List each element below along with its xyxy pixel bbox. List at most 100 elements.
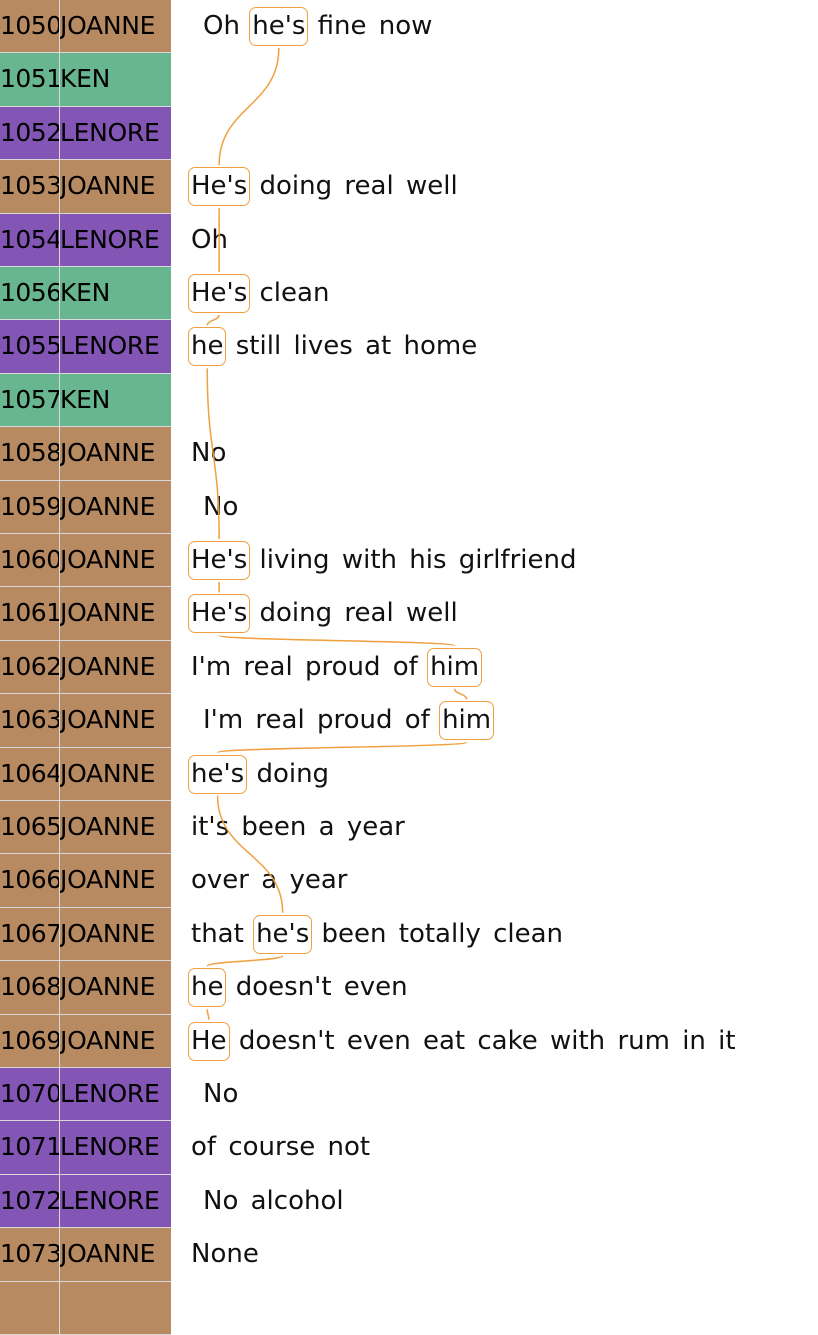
word-token[interactable]: rum	[617, 1026, 670, 1056]
transcript-row[interactable]: 1067 JOANNE that he's been totally clean	[0, 907, 818, 962]
transcript-row[interactable]: 1064 JOANNE he's doing	[0, 747, 818, 801]
word-token[interactable]: eat	[423, 1026, 465, 1056]
transcript-row[interactable]: 1052 LENORE	[0, 106, 818, 161]
word-token[interactable]: lives	[293, 331, 352, 361]
transcript-row[interactable]: 1072 LENORE No alcohol	[0, 1174, 818, 1229]
coref-mention[interactable]: he's	[253, 914, 313, 954]
word-token[interactable]: still	[236, 331, 281, 361]
word-token[interactable]: doing	[260, 171, 333, 201]
word-token[interactable]: at	[365, 331, 391, 361]
word-token[interactable]: proud	[317, 705, 393, 735]
word-token[interactable]: fine	[318, 11, 367, 41]
word-token[interactable]: doing	[260, 598, 333, 628]
word-token[interactable]: real	[344, 598, 393, 628]
word-token[interactable]: it	[718, 1026, 735, 1056]
word-token[interactable]: not	[328, 1132, 371, 1162]
word-token[interactable]: home	[404, 331, 478, 361]
word-token[interactable]: doesn't	[236, 972, 332, 1002]
word-token[interactable]: girlfriend	[459, 545, 577, 575]
word-token[interactable]: proud	[305, 652, 381, 682]
coref-mention[interactable]: He	[188, 1021, 230, 1061]
word-token[interactable]: over	[191, 865, 249, 895]
word-token[interactable]: year	[289, 865, 347, 895]
transcript-row[interactable]: 1063 JOANNE I'm real proud of him	[0, 694, 818, 748]
word-token[interactable]: been	[241, 812, 306, 842]
coref-mention[interactable]: He's	[188, 167, 251, 207]
word-token[interactable]: of	[393, 652, 418, 682]
word-token[interactable]: Oh	[191, 225, 228, 255]
word-token[interactable]: a	[261, 865, 277, 895]
speaker-label: LENORE	[60, 213, 171, 267]
transcript-row[interactable]: 1062 JOANNE I'm real proud of him	[0, 640, 818, 695]
transcript-row[interactable]: 1066 JOANNE over a year	[0, 854, 818, 908]
word-token[interactable]: year	[347, 812, 405, 842]
word-token[interactable]: doing	[256, 759, 329, 789]
word-token[interactable]: No	[203, 492, 238, 522]
word-token[interactable]: now	[379, 11, 433, 41]
transcript-row[interactable]: 1073 JOANNE None	[0, 1228, 818, 1282]
coref-mention[interactable]: He's	[188, 541, 251, 580]
transcript-row[interactable]: 1056 KEN He's clean	[0, 267, 818, 321]
word-token[interactable]: living	[260, 545, 330, 575]
word-token[interactable]: with	[550, 1026, 605, 1056]
word-token[interactable]: course	[228, 1132, 315, 1162]
word-token[interactable]: clean	[260, 278, 330, 308]
word-token[interactable]: that	[191, 919, 244, 949]
word-token[interactable]: it's	[191, 812, 229, 842]
coref-mention[interactable]: he's	[188, 754, 248, 794]
word-token[interactable]: I'm	[203, 705, 243, 735]
word-token[interactable]: real	[255, 705, 304, 735]
word-token[interactable]: No	[203, 1186, 238, 1216]
transcript-row[interactable]: 1055 LENORE he still lives at home	[0, 320, 818, 374]
word-token[interactable]: of	[191, 1132, 216, 1162]
word-token[interactable]: Oh	[203, 11, 240, 41]
word-token[interactable]: a	[319, 812, 335, 842]
word-token[interactable]: cake	[477, 1026, 537, 1056]
word-token[interactable]: been	[322, 919, 387, 949]
transcript-row[interactable]: 1069 JOANNE He doesn't even eat cake with …	[0, 1014, 818, 1068]
word-token[interactable]: well	[406, 598, 458, 628]
word-token[interactable]: I'm	[191, 652, 231, 682]
transcript-row[interactable]: 1051 KEN	[0, 53, 818, 107]
transcript-row[interactable]	[0, 1281, 818, 1335]
transcript-row[interactable]: 1057 KEN	[0, 373, 818, 428]
coref-mention[interactable]: him	[439, 701, 495, 741]
word-token[interactable]: real	[344, 171, 393, 201]
word-token[interactable]: totally	[399, 919, 481, 949]
transcript-row[interactable]: 1065 JOANNE it's been a year	[0, 801, 818, 855]
transcript-row[interactable]: 1060 JOANNE He's living with his girlfrien…	[0, 534, 818, 588]
transcript-row[interactable]: 1058 JOANNE No	[0, 427, 818, 481]
transcript-row[interactable]: 1059 JOANNE No	[0, 480, 818, 534]
coref-mention[interactable]: He's	[188, 594, 251, 634]
word-token[interactable]: with	[342, 545, 397, 575]
coref-mention[interactable]: he	[188, 968, 227, 1008]
word-token[interactable]: even	[344, 972, 408, 1002]
coref-mention[interactable]: he	[188, 327, 227, 367]
coref-mention[interactable]: He's	[188, 274, 251, 313]
transcript-row[interactable]: 1071 LENORE of course not	[0, 1121, 818, 1175]
transcript-row[interactable]: 1061 JOANNE He's doing real well	[0, 587, 818, 641]
utterance-text: of course not	[191, 1121, 370, 1174]
coref-mention[interactable]: he's	[249, 7, 309, 46]
transcript-row[interactable]: 1054 LENORE Oh	[0, 213, 818, 267]
word-token[interactable]: No	[203, 1079, 238, 1109]
coref-mention[interactable]: him	[427, 647, 483, 687]
transcript-row[interactable]: 1070 LENORE No	[0, 1068, 818, 1122]
transcript-row[interactable]: 1050 JOANNE Oh he's fine now	[0, 0, 818, 54]
speaker-label: JOANNE	[60, 694, 171, 748]
line-number: 1065	[0, 801, 60, 855]
word-token[interactable]: real	[243, 652, 292, 682]
word-token[interactable]: alcohol	[251, 1186, 344, 1216]
transcript-row[interactable]: 1068 JOANNE he doesn't even	[0, 961, 818, 1015]
word-token[interactable]: None	[191, 1239, 259, 1269]
utterance-text: No	[203, 481, 238, 534]
word-token[interactable]: doesn't	[239, 1026, 335, 1056]
word-token[interactable]: his	[409, 545, 446, 575]
word-token[interactable]: even	[347, 1026, 411, 1056]
word-token[interactable]: No	[191, 438, 226, 468]
word-token[interactable]: well	[406, 171, 458, 201]
word-token[interactable]: clean	[493, 919, 563, 949]
transcript-row[interactable]: 1053 JOANNE He's doing real well	[0, 160, 818, 214]
word-token[interactable]: in	[682, 1026, 706, 1056]
word-token[interactable]: of	[405, 705, 430, 735]
